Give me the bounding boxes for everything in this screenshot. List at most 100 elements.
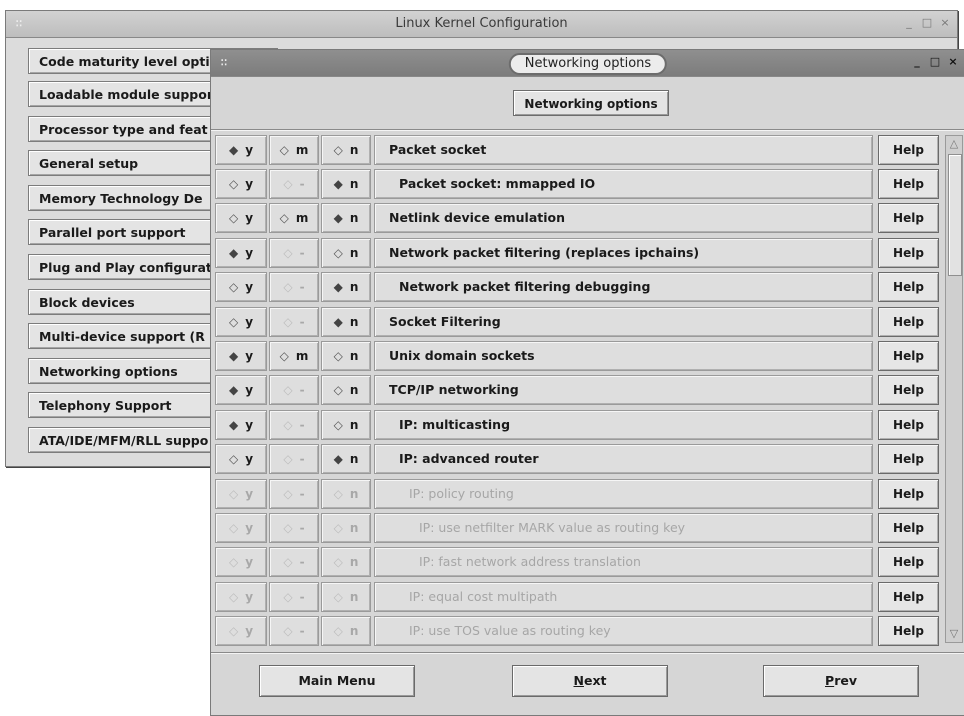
option-value-label: n: [349, 349, 359, 363]
maximize-icon[interactable]: □: [921, 16, 933, 30]
radio-y: ◇ y: [215, 479, 267, 509]
help-button[interactable]: Help: [878, 341, 939, 371]
radio-y[interactable]: ◇ y: [215, 203, 267, 233]
option-value-label: n: [349, 418, 359, 432]
option-value-label: y: [245, 383, 254, 397]
option-value-label: y: [245, 211, 254, 225]
help-button[interactable]: Help: [878, 444, 939, 474]
radio-y[interactable]: ◇ y: [215, 169, 267, 199]
window-menu-icon[interactable]: ∷: [217, 54, 231, 70]
option-value-label: y: [245, 487, 254, 501]
option-value-label: y: [245, 177, 254, 191]
maximize-icon[interactable]: □: [929, 55, 941, 69]
option-value-label: n: [349, 590, 359, 604]
main-menu-button[interactable]: Main Menu: [259, 665, 415, 697]
help-button[interactable]: Help: [878, 479, 939, 509]
networking-options-header-button[interactable]: Networking options: [513, 90, 669, 116]
help-button[interactable]: Help: [878, 135, 939, 165]
help-button[interactable]: Help: [878, 169, 939, 199]
radio-unselected-icon: ◇: [333, 418, 343, 432]
minimize-icon[interactable]: _: [903, 16, 915, 30]
radio-n[interactable]: ◆ n: [321, 169, 371, 199]
radio-m[interactable]: ◇ m: [269, 203, 319, 233]
option-value-label: -: [299, 590, 305, 604]
radio-y[interactable]: ◆ y: [215, 375, 267, 405]
radio-unselected-icon: ◇: [333, 383, 343, 397]
help-button[interactable]: Help: [878, 307, 939, 337]
radio-y[interactable]: ◇ y: [215, 272, 267, 302]
main-window-titlebar[interactable]: ∷ Linux Kernel Configuration _ □ ×: [6, 11, 957, 38]
option-value-label: -: [299, 315, 305, 329]
vertical-scrollbar[interactable]: △ ▽: [945, 135, 963, 643]
radio-n[interactable]: ◇ n: [321, 375, 371, 405]
radio-n[interactable]: ◆ n: [321, 307, 371, 337]
option-value-label: n: [349, 383, 359, 397]
radio-y[interactable]: ◇ y: [215, 307, 267, 337]
option-value-label: -: [299, 418, 305, 432]
radio-unselected-icon: ◇: [283, 452, 293, 466]
option-value-label: n: [349, 452, 359, 466]
help-button[interactable]: Help: [878, 410, 939, 440]
radio-m[interactable]: ◇ m: [269, 341, 319, 371]
option-value-label: -: [299, 280, 305, 294]
option-value-label: -: [299, 521, 305, 535]
networking-options-dialog: ∷ Networking options _ □ × Networking op…: [210, 49, 964, 716]
radio-unselected-icon: ◇: [333, 624, 343, 638]
help-button[interactable]: Help: [878, 375, 939, 405]
radio-y[interactable]: ◆ y: [215, 135, 267, 165]
radio-n[interactable]: ◆ n: [321, 272, 371, 302]
option-label: Packet socket: mmapped IO: [374, 169, 873, 199]
minimize-icon[interactable]: _: [911, 55, 923, 69]
radio-m: ◇ -: [269, 616, 319, 646]
option-value-label: y: [245, 521, 254, 535]
radio-unselected-icon: ◇: [283, 280, 293, 294]
option-value-label: m: [295, 211, 309, 225]
radio-n[interactable]: ◇ n: [321, 410, 371, 440]
help-button[interactable]: Help: [878, 616, 939, 646]
radio-n[interactable]: ◇ n: [321, 341, 371, 371]
help-button[interactable]: Help: [878, 238, 939, 268]
help-button[interactable]: Help: [878, 547, 939, 577]
option-label: Network packet filtering (replaces ipcha…: [374, 238, 873, 268]
radio-n: ◇ n: [321, 513, 371, 543]
radio-n[interactable]: ◇ n: [321, 135, 371, 165]
option-value-label: n: [349, 143, 359, 157]
radio-n: ◇ n: [321, 582, 371, 612]
option-value-label: -: [299, 555, 305, 569]
scroll-down-arrow-icon[interactable]: ▽: [948, 627, 960, 641]
dialog-titlebar[interactable]: ∷ Networking options _ □ ×: [211, 50, 964, 77]
next-button[interactable]: Next: [512, 665, 668, 697]
radio-unselected-icon: ◇: [228, 280, 239, 294]
radio-y: ◇ y: [215, 513, 267, 543]
close-icon[interactable]: ×: [947, 55, 959, 69]
radio-y[interactable]: ◆ y: [215, 341, 267, 371]
scrollbar-thumb[interactable]: [948, 154, 962, 276]
radio-unselected-icon: ◇: [228, 315, 239, 329]
help-button[interactable]: Help: [878, 272, 939, 302]
help-button[interactable]: Help: [878, 203, 939, 233]
radio-n[interactable]: ◆ n: [321, 444, 371, 474]
option-value-label: n: [349, 211, 359, 225]
radio-n[interactable]: ◇ n: [321, 238, 371, 268]
radio-unselected-icon: ◇: [283, 418, 293, 432]
radio-m: ◇ -: [269, 479, 319, 509]
radio-n: ◇ n: [321, 547, 371, 577]
radio-unselected-icon: ◇: [228, 521, 239, 535]
radio-m: ◇ -: [269, 547, 319, 577]
scroll-up-arrow-icon[interactable]: △: [948, 137, 960, 151]
help-button[interactable]: Help: [878, 582, 939, 612]
option-value-label: y: [245, 624, 254, 638]
radio-y[interactable]: ◆ y: [215, 410, 267, 440]
prev-button[interactable]: Prev: [763, 665, 919, 697]
radio-unselected-icon: ◇: [283, 555, 293, 569]
radio-m[interactable]: ◇ m: [269, 135, 319, 165]
option-label: Socket Filtering: [374, 307, 873, 337]
radio-y[interactable]: ◇ y: [215, 444, 267, 474]
option-label: Unix domain sockets: [374, 341, 873, 371]
help-button[interactable]: Help: [878, 513, 939, 543]
radio-m: ◇ -: [269, 410, 319, 440]
radio-y[interactable]: ◆ y: [215, 238, 267, 268]
radio-n[interactable]: ◆ n: [321, 203, 371, 233]
close-icon[interactable]: ×: [939, 16, 951, 30]
prev-label-rest: rev: [834, 673, 857, 688]
